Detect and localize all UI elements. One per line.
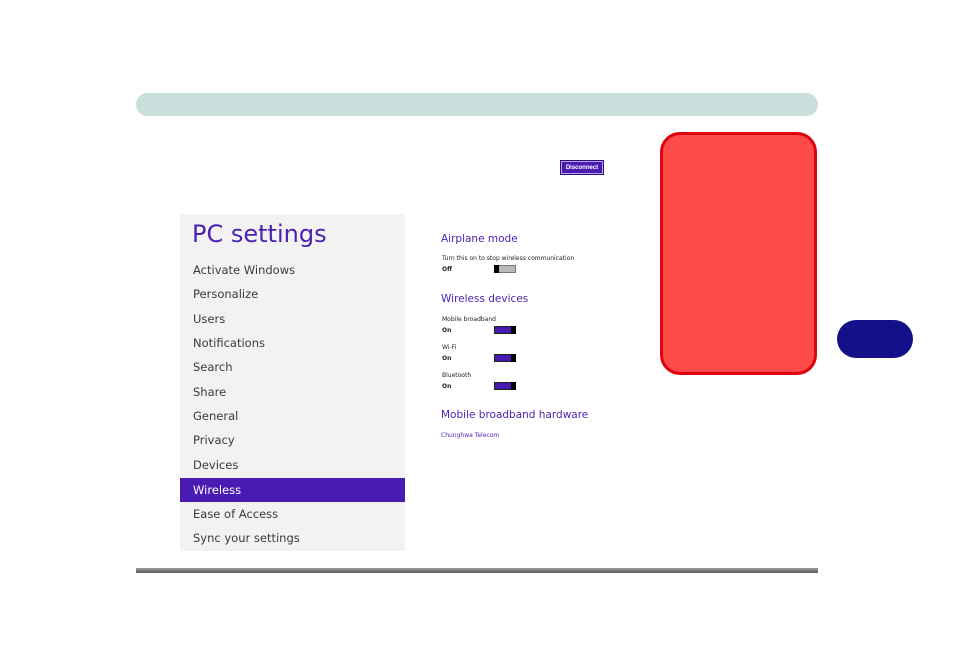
sidebar-item-search[interactable]: Search: [180, 355, 405, 379]
toggle-knob: [511, 382, 516, 390]
toggle-knob: [494, 265, 499, 273]
wireless-devices-heading: Wireless devices: [441, 293, 529, 305]
toggle-knob: [511, 326, 516, 334]
sidebar-item-activate-windows[interactable]: Activate Windows: [180, 258, 405, 282]
wifi-state: On: [442, 355, 452, 362]
sidebar-item-share[interactable]: Share: [180, 380, 405, 404]
mobile-broadband-hardware-heading: Mobile broadband hardware: [441, 409, 589, 421]
sidebar-item-wireless[interactable]: Wireless: [180, 478, 405, 502]
sidebar-item-general[interactable]: General: [180, 404, 405, 428]
bluetooth-state: On: [442, 383, 452, 390]
mobile-broadband-label: Mobile broadband: [442, 316, 496, 323]
sidebar-item-users[interactable]: Users: [180, 307, 405, 331]
mobile-broadband-state: On: [442, 327, 452, 334]
disconnect-button[interactable]: Disconnect: [560, 160, 604, 175]
mobile-broadband-toggle[interactable]: [494, 326, 516, 334]
sidebar-item-notifications[interactable]: Notifications: [180, 331, 405, 355]
sidebar-item-sync-your-settings[interactable]: Sync your settings: [180, 526, 405, 550]
bluetooth-toggle[interactable]: [494, 382, 516, 390]
wifi-label: Wi-Fi: [442, 344, 457, 351]
sidebar-item-devices[interactable]: Devices: [180, 453, 405, 477]
footer-rule: [136, 568, 818, 573]
airplane-mode-heading: Airplane mode: [441, 233, 518, 245]
warning-note-box: [660, 132, 817, 375]
sidebar-item-ease-of-access[interactable]: Ease of Access: [180, 502, 405, 526]
airplane-mode-toggle[interactable]: [494, 265, 516, 273]
pc-settings-sidebar: PC settings Activate Windows Personalize…: [180, 214, 405, 551]
chapter-tab: [837, 320, 913, 358]
airplane-mode-description: Turn this on to stop wireless communicat…: [442, 255, 575, 262]
wireless-settings-panel: Airplane mode Turn this on to stop wirel…: [405, 214, 600, 530]
toggle-knob: [511, 354, 516, 362]
bluetooth-label: Bluetooth: [442, 372, 472, 379]
wifi-toggle[interactable]: [494, 354, 516, 362]
chunghwa-telecom-link[interactable]: Chunghwa Telecom: [441, 432, 499, 439]
header-bar: [136, 93, 818, 116]
sidebar-item-privacy[interactable]: Privacy: [180, 428, 405, 452]
page-title: PC settings: [192, 220, 327, 248]
sidebar-item-personalize[interactable]: Personalize: [180, 282, 405, 306]
airplane-mode-state: Off: [442, 266, 452, 273]
